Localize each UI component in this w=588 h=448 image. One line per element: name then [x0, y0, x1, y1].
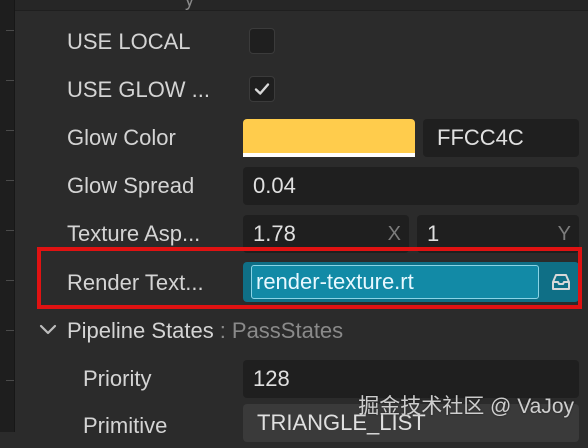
gutter-tick [6, 180, 14, 181]
use-glow-label: USE GLOW ... [67, 77, 211, 102]
priority-label: Priority [83, 366, 152, 391]
glow-spread-label: Glow Spread [67, 173, 195, 198]
gutter-tick [6, 80, 14, 81]
watermark: 掘金技术社区 @ VaJoy [358, 395, 574, 418]
use-local-checkbox[interactable] [249, 28, 275, 54]
primitive-label: Primitive [83, 413, 168, 438]
gutter-tick [6, 380, 14, 381]
use-local-row: USE LOCAL [15, 20, 588, 64]
glow-color-swatch[interactable] [243, 119, 415, 157]
gutter-tick [6, 130, 14, 131]
glow-color-label: Glow Color [67, 125, 176, 150]
gutter-tick [6, 230, 14, 231]
pipeline-states-type: PassStates [231, 318, 344, 343]
use-glow-checkbox[interactable] [249, 76, 275, 102]
use-local-label: USE LOCAL [67, 29, 191, 54]
highlight-box [37, 247, 582, 309]
gutter-tick [6, 30, 14, 31]
glow-spread-input[interactable]: 0.04 [243, 167, 579, 205]
pipeline-states-header[interactable]: Pipeline States: PassStates [67, 309, 343, 353]
pipeline-states-separator: : [219, 318, 226, 343]
checkmark-icon [254, 83, 270, 95]
texture-aspect-y-value: 1 [427, 221, 440, 246]
gutter-tick [6, 280, 14, 281]
texture-aspect-x-value: 1.78 [253, 221, 296, 246]
use-glow-row: USE GLOW ... [15, 68, 588, 112]
glow-color-hex-input[interactable]: FFCC4C [423, 119, 579, 157]
glow-spread-row: Glow Spread 0.04 [15, 164, 588, 208]
clipped-header-text: y [185, 0, 194, 10]
pipeline-states-title: Pipeline States [67, 318, 214, 343]
chevron-down-icon[interactable] [38, 320, 58, 340]
left-gutter [0, 0, 15, 432]
glow-color-row: Glow Color FFCC4C [15, 116, 588, 160]
swatch-alpha-bar [243, 153, 415, 157]
gutter-tick [6, 330, 14, 331]
clipped-header: y [15, 0, 588, 11]
